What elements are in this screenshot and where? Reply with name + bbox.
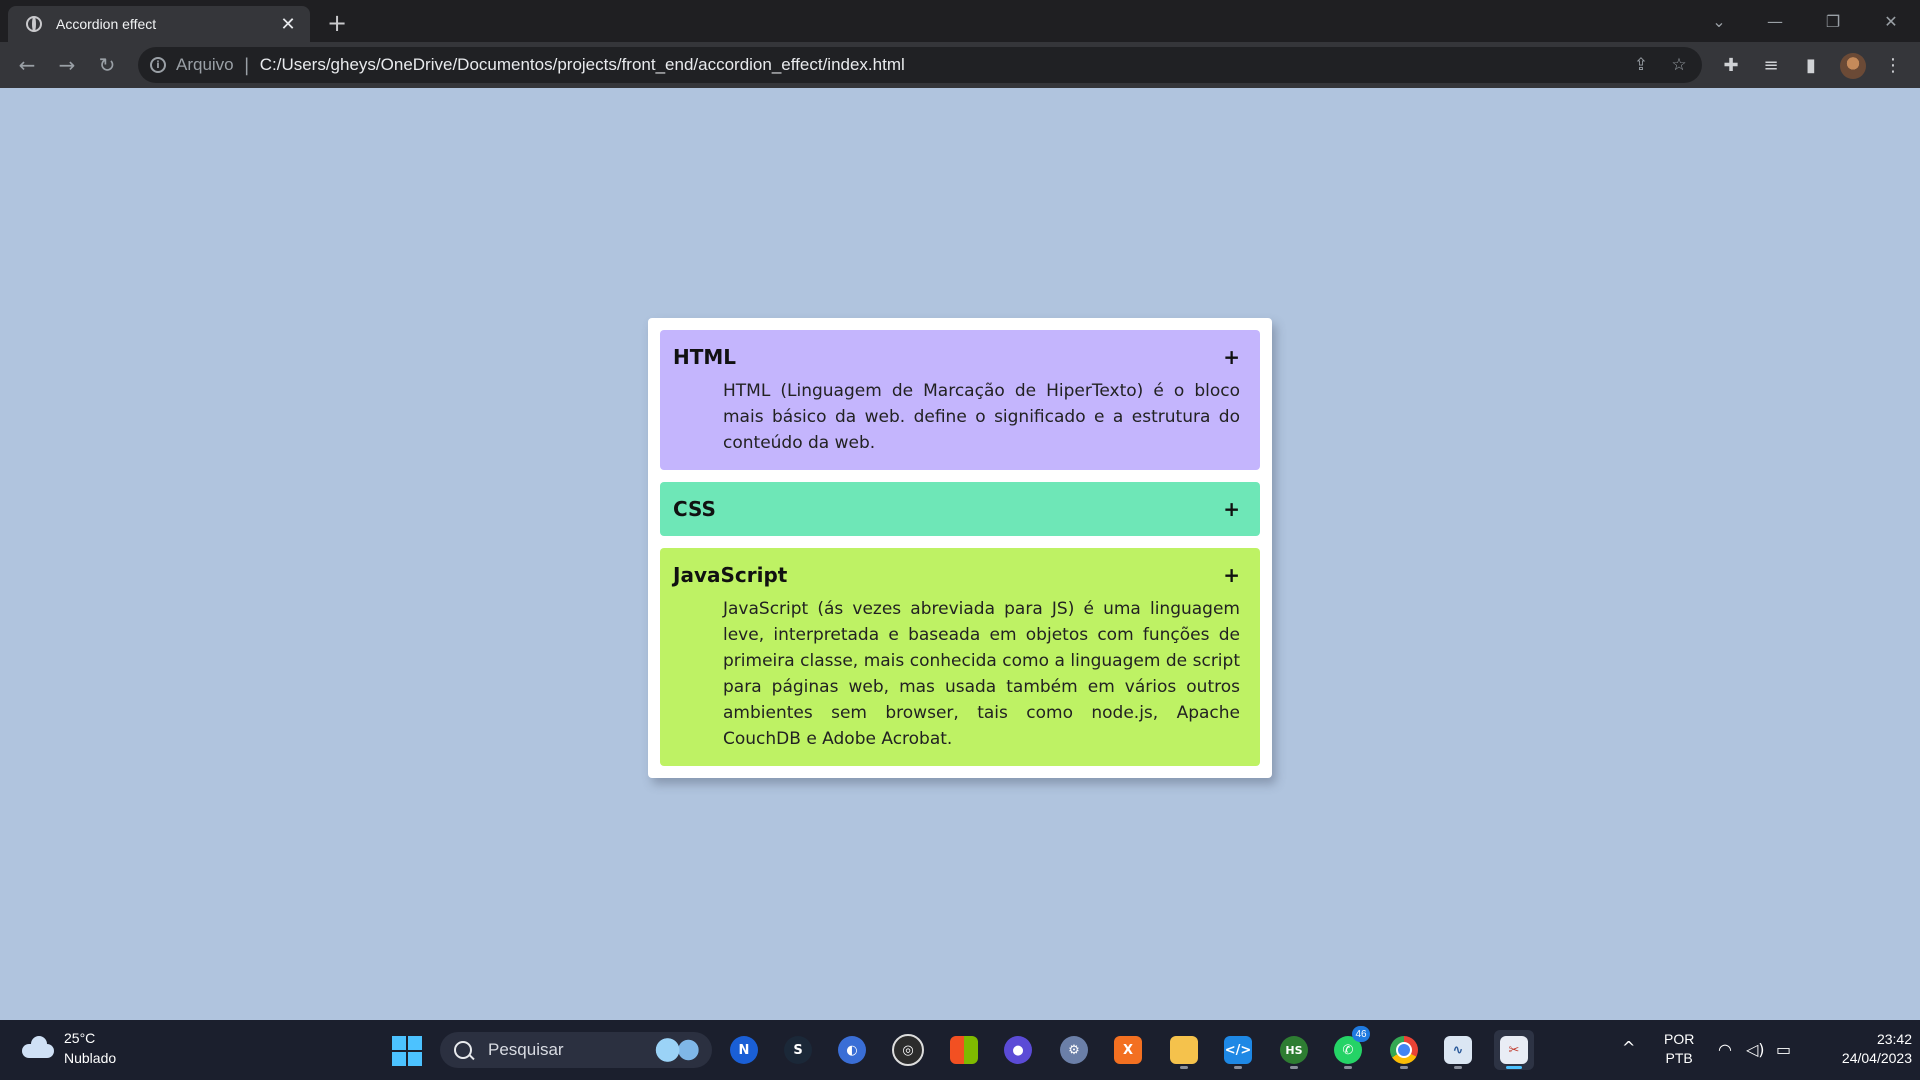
keyboard-layout: PTB bbox=[1665, 1050, 1693, 1066]
minimize-button[interactable]: — bbox=[1752, 6, 1798, 36]
forward-icon[interactable]: → bbox=[52, 50, 82, 80]
hs-icon: HS bbox=[1280, 1036, 1308, 1064]
vscode-icon: </> bbox=[1224, 1036, 1252, 1064]
steam-icon: S bbox=[784, 1036, 812, 1064]
weather-description[interactable]: Nublado bbox=[64, 1050, 116, 1066]
back-icon[interactable]: ← bbox=[12, 50, 42, 80]
running-indicator bbox=[1400, 1066, 1408, 1069]
taskbar-app-steam[interactable]: S bbox=[778, 1030, 818, 1070]
close-window-button[interactable]: ✕ bbox=[1868, 6, 1914, 36]
taskbar-app-file-explorer[interactable] bbox=[1164, 1030, 1204, 1070]
search-placeholder: Pesquisar bbox=[488, 1040, 564, 1059]
browser-chrome: Accordion effect ✕ + ⌄ — ❐ ✕ ← → ↻ i Arq… bbox=[0, 0, 1920, 88]
accordion-item-html: HTML + HTML (Linguagem de Marcação de Hi… bbox=[660, 330, 1260, 470]
taskbar-app-browser[interactable]: ◐ bbox=[832, 1030, 872, 1070]
accordion-item-css: CSS + bbox=[660, 482, 1260, 536]
taskbar-app-vscode[interactable]: </> bbox=[1218, 1030, 1258, 1070]
globe-icon bbox=[26, 16, 42, 32]
obs-icon: ◎ bbox=[892, 1034, 924, 1066]
side-panel-icon[interactable]: ▮ bbox=[1796, 50, 1826, 80]
address-url[interactable]: C:/Users/gheys/OneDrive/Documentos/proje… bbox=[260, 55, 1626, 75]
browser-toolbar: ← → ↻ i Arquivo | C:/Users/gheys/OneDriv… bbox=[0, 42, 1920, 88]
accordion-item-javascript: JavaScript + JavaScript (ás vezes abrevi… bbox=[660, 548, 1260, 766]
accordion-title: HTML bbox=[673, 345, 737, 369]
accordion-body: JavaScript (ás vezes abreviada para JS) … bbox=[723, 599, 1240, 749]
plus-icon[interactable]: + bbox=[1223, 345, 1240, 369]
media-queue-icon[interactable]: ≡ bbox=[1756, 50, 1786, 80]
cloud-icon[interactable] bbox=[22, 1036, 54, 1058]
store-icon bbox=[950, 1036, 978, 1064]
taskbar-search[interactable]: Pesquisar bbox=[440, 1032, 712, 1068]
tab-title: Accordion effect bbox=[56, 16, 157, 32]
address-bar[interactable]: i Arquivo | C:/Users/gheys/OneDrive/Docu… bbox=[138, 47, 1702, 83]
accordion-header-javascript[interactable]: JavaScript + bbox=[673, 548, 1240, 602]
tab-close-icon[interactable]: ✕ bbox=[276, 12, 300, 36]
accordion-title: JavaScript bbox=[673, 563, 788, 587]
restore-button[interactable]: ❐ bbox=[1810, 6, 1856, 36]
running-indicator bbox=[1290, 1066, 1298, 1069]
address-separator: | bbox=[243, 54, 250, 76]
weather-temperature[interactable]: 25°C bbox=[64, 1030, 95, 1046]
chrome-icon bbox=[1390, 1036, 1418, 1064]
snipping-tool-icon: ✂ bbox=[1500, 1036, 1528, 1064]
taskbar-app-store[interactable] bbox=[944, 1030, 984, 1070]
chevron-up-icon[interactable]: ^ bbox=[1622, 1038, 1635, 1057]
accordion-header-html[interactable]: HTML + bbox=[673, 330, 1240, 384]
share-icon[interactable]: ⇪ bbox=[1626, 50, 1656, 80]
tab-search-icon[interactable]: ⌄ bbox=[1696, 6, 1742, 36]
accordion-body: HTML (Linguagem de Marcação de HiperText… bbox=[723, 381, 1240, 453]
taskbar-app-whatsapp[interactable]: ✆ 46 bbox=[1328, 1026, 1370, 1070]
search-icon bbox=[454, 1041, 472, 1059]
page-viewport: HTML + HTML (Linguagem de Marcação de Hi… bbox=[0, 88, 1920, 1020]
tab-strip: Accordion effect ✕ + ⌄ — ❐ ✕ bbox=[0, 0, 1920, 42]
app-copilot-icon: N bbox=[730, 1036, 758, 1064]
address-scheme: Arquivo bbox=[176, 55, 234, 74]
clock-date: 24/04/2023 bbox=[1841, 1050, 1912, 1066]
site-info-icon[interactable]: i bbox=[150, 57, 166, 73]
browser-icon: ◐ bbox=[838, 1036, 866, 1064]
plus-icon[interactable]: + bbox=[1223, 563, 1240, 587]
reload-icon[interactable]: ↻ bbox=[92, 50, 122, 80]
windows-start-icon[interactable] bbox=[392, 1036, 422, 1066]
wifi-icon[interactable]: ◠ bbox=[1718, 1040, 1732, 1059]
running-indicator bbox=[1180, 1066, 1188, 1069]
running-indicator bbox=[1344, 1066, 1352, 1069]
notification-badge: 46 bbox=[1352, 1026, 1370, 1042]
accordion-header-css[interactable]: CSS + bbox=[673, 482, 1240, 536]
language-indicator[interactable]: POR PTB bbox=[1664, 1030, 1694, 1068]
tab-accordion-effect[interactable]: Accordion effect ✕ bbox=[8, 6, 310, 42]
running-indicator bbox=[1506, 1066, 1522, 1069]
bookmark-star-icon[interactable]: ☆ bbox=[1664, 50, 1694, 80]
monitor-icon: ∿ bbox=[1444, 1036, 1472, 1064]
accordion-title: CSS bbox=[673, 497, 716, 521]
profile-avatar[interactable] bbox=[1840, 53, 1866, 79]
taskbar-app-xampp[interactable]: X bbox=[1108, 1030, 1148, 1070]
taskbar-app-hs[interactable]: HS bbox=[1274, 1030, 1314, 1070]
running-indicator bbox=[1234, 1066, 1242, 1069]
moon-icon: ● bbox=[1004, 1036, 1032, 1064]
new-tab-button[interactable]: + bbox=[322, 8, 352, 38]
taskbar-app-copilot[interactable]: N bbox=[724, 1030, 764, 1070]
running-indicator bbox=[1454, 1066, 1462, 1069]
taskbar-app-settings[interactable]: ⚙ bbox=[1054, 1030, 1094, 1070]
menu-kebab-icon[interactable]: ⋮ bbox=[1878, 50, 1908, 80]
taskbar: 25°C Nublado Pesquisar N S ◐ ◎ ● ⚙ X </>… bbox=[0, 1020, 1920, 1080]
clock-time: 23:42 bbox=[1876, 1031, 1912, 1047]
taskbar-app-chrome[interactable] bbox=[1384, 1030, 1424, 1070]
plus-icon[interactable]: + bbox=[1223, 497, 1240, 521]
gear-icon: ⚙ bbox=[1060, 1036, 1088, 1064]
volume-icon[interactable]: ◁) bbox=[1746, 1040, 1765, 1059]
taskbar-app-moon[interactable]: ● bbox=[998, 1030, 1038, 1070]
taskbar-app-obs[interactable]: ◎ bbox=[888, 1030, 928, 1070]
taskbar-app-snipping-tool[interactable]: ✂ bbox=[1494, 1030, 1534, 1070]
xampp-icon: X bbox=[1114, 1036, 1142, 1064]
accordion: HTML + HTML (Linguagem de Marcação de Hi… bbox=[648, 318, 1272, 778]
battery-icon[interactable]: ▭ bbox=[1776, 1040, 1791, 1059]
extensions-icon[interactable]: ✚ bbox=[1716, 50, 1746, 80]
language-code: POR bbox=[1664, 1031, 1695, 1047]
system-clock[interactable]: 23:42 24/04/2023 bbox=[1808, 1030, 1912, 1068]
taskbar-app-monitor[interactable]: ∿ bbox=[1438, 1030, 1478, 1070]
folder-icon bbox=[1170, 1036, 1198, 1064]
search-highlight-icon bbox=[652, 1037, 704, 1063]
